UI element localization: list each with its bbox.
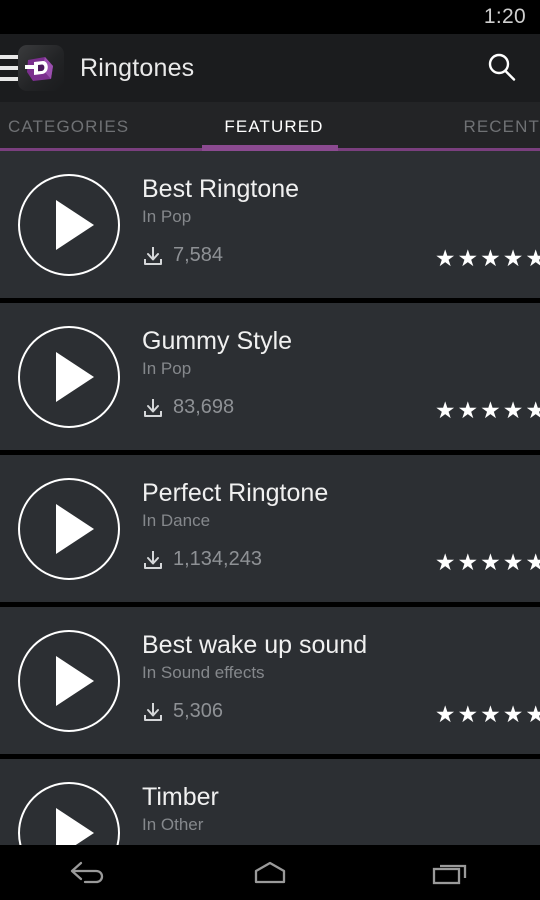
play-icon [18, 629, 120, 732]
download-count: 5,306 [173, 700, 224, 722]
star-filled-icon: ★ [457, 245, 479, 271]
list-item[interactable]: Timber In Other [0, 759, 540, 845]
recents-glyph [432, 864, 467, 884]
download-meta: 1,134,243 [142, 548, 262, 571]
list-item-body: Best Ringtone In Pop 7,584 ★ ★ ★ ★ ★ [124, 151, 540, 298]
download-meta: 5,306 [142, 700, 223, 723]
download-icon [144, 702, 162, 721]
search-glyph [488, 53, 516, 81]
star-filled-icon: ★ [457, 549, 479, 575]
star-filled-icon: ★ [525, 245, 540, 271]
star-filled-icon: ★ [434, 245, 456, 271]
app-logo-glyph [25, 57, 53, 81]
play-triangle-glyph [56, 503, 94, 554]
rating-stars: ★ ★ ★ ★ ★ [435, 399, 540, 422]
tab-recent[interactable]: RECENT [363, 117, 540, 137]
phone-screen: 1:20 Ringtones CATEGORIES FEATURED RECEN… [0, 0, 540, 900]
status-bar: 1:20 [0, 0, 540, 34]
list-item-body: Timber In Other [124, 759, 540, 845]
download-count: 83,698 [173, 396, 235, 418]
list-item[interactable]: Best wake up sound In Sound effects 5,30… [0, 607, 540, 754]
star-filled-icon: ★ [480, 549, 501, 575]
star-filled-icon: ★ [480, 397, 501, 423]
tab-featured[interactable]: FEATURED [185, 117, 362, 137]
back-glyph [70, 861, 104, 883]
star-filled-icon: ★ [434, 397, 456, 423]
list-item-body: Best wake up sound In Sound effects 5,30… [124, 607, 540, 754]
ringtone-title: Best wake up sound [142, 631, 368, 659]
page-title: Ringtones [80, 53, 195, 82]
download-meta: 83,698 [142, 396, 234, 419]
ringtone-category: In Dance [142, 511, 211, 530]
play-icon [18, 325, 120, 428]
home-icon[interactable] [225, 845, 315, 900]
rating-stars: ★ ★ ★ ★ ★ [435, 247, 540, 270]
search-icon[interactable] [480, 46, 524, 90]
star-filled-icon: ★ [457, 397, 479, 423]
star-filled-icon: ★ [480, 245, 501, 271]
play-button[interactable] [14, 173, 124, 276]
tab-bar: CATEGORIES FEATURED RECENT [0, 102, 540, 151]
status-bar-clock: 1:20 [483, 5, 526, 28]
back-icon[interactable] [45, 845, 135, 900]
action-bar: Ringtones [0, 34, 540, 102]
play-triangle-glyph [56, 199, 94, 250]
play-icon [18, 477, 120, 580]
play-button[interactable] [14, 629, 124, 732]
download-count: 1,134,243 [173, 548, 262, 570]
recents-icon[interactable] [405, 845, 495, 900]
download-count: 7,584 [173, 244, 224, 266]
list-item[interactable]: Gummy Style In Pop 83,698 ★ ★ ★ ★ ★ [0, 303, 540, 450]
rating-stars: ★ ★ ★ ★ ★ [435, 703, 540, 726]
play-icon [18, 173, 120, 276]
star-filled-icon: ★ [502, 701, 524, 727]
play-button[interactable] [14, 477, 124, 580]
play-triangle-glyph [56, 351, 94, 402]
ringtone-category: In Pop [142, 207, 192, 226]
home-glyph [254, 861, 286, 883]
ringtone-category: In Pop [142, 359, 192, 378]
play-icon [18, 781, 120, 845]
list-item-body: Perfect Ringtone In Dance 1,134,243 ★ ★ ★ ★… [124, 455, 540, 602]
download-icon [144, 550, 162, 569]
play-button[interactable] [14, 325, 124, 428]
ringtone-list[interactable]: Best Ringtone In Pop 7,584 ★ ★ ★ ★ ★ Gummy S… [0, 151, 540, 845]
ringtone-title: Gummy Style [142, 327, 293, 355]
star-filled-icon: ★ [525, 549, 540, 575]
ringtone-category: In Sound effects [142, 663, 265, 682]
download-meta: 7,584 [142, 244, 223, 267]
rating-stars: ★ ★ ★ ★ ★ [435, 551, 540, 574]
star-filled-icon: ★ [434, 549, 456, 575]
ringtone-title: Perfect Ringtone [142, 479, 329, 507]
download-icon [144, 398, 162, 417]
list-item[interactable]: Perfect Ringtone In Dance 1,134,243 ★ ★ ★ ★… [0, 455, 540, 602]
play-button[interactable] [14, 781, 124, 845]
play-triangle-glyph [56, 807, 94, 845]
ringtone-category: In Other [142, 815, 204, 834]
play-triangle-glyph [56, 655, 94, 706]
star-filled-icon: ★ [434, 701, 456, 727]
ringtone-title: Best Ringtone [142, 175, 300, 203]
tab-categories[interactable]: CATEGORIES [0, 117, 185, 137]
star-filled-icon: ★ [525, 701, 540, 727]
star-filled-icon: ★ [457, 701, 479, 727]
list-item[interactable]: Best Ringtone In Pop 7,584 ★ ★ ★ ★ ★ [0, 151, 540, 298]
android-nav-bar [0, 845, 540, 900]
list-item-body: Gummy Style In Pop 83,698 ★ ★ ★ ★ ★ [124, 303, 540, 450]
download-icon [144, 246, 162, 265]
star-filled-icon: ★ [502, 549, 524, 575]
star-filled-icon: ★ [480, 701, 501, 727]
star-filled-icon: ★ [502, 397, 524, 423]
zedge-d-logo-icon [18, 45, 64, 91]
star-filled-icon: ★ [525, 397, 540, 423]
star-filled-icon: ★ [502, 245, 524, 271]
ringtone-title: Timber [142, 783, 219, 811]
